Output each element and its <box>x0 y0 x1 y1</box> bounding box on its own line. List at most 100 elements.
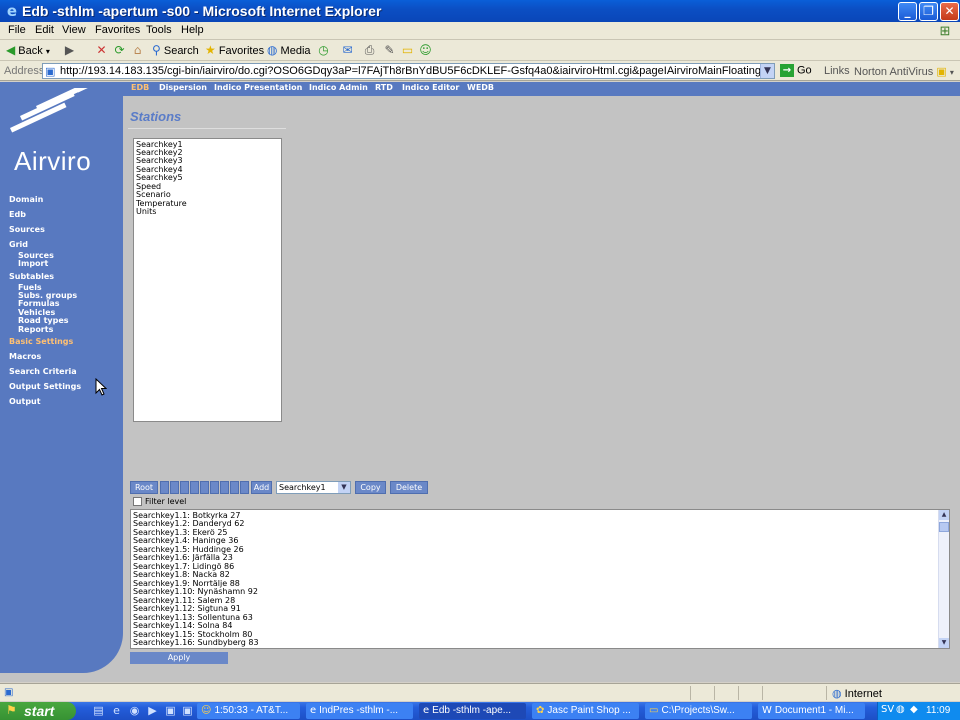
media-button[interactable]: ◍ Media <box>267 42 311 59</box>
taskbar-item[interactable]: W Document1 - Mi... <box>758 703 865 719</box>
sidebar-item-formulas[interactable]: Formulas <box>18 299 60 308</box>
app-quicklaunch-icon[interactable]: ▣ <box>164 704 177 717</box>
menu-favorites[interactable]: Favorites <box>95 24 140 36</box>
favorites-button[interactable]: ★ Favorites <box>205 42 264 59</box>
list-item[interactable]: Searchkey1.8: Nacka 82 <box>133 570 230 579</box>
menu-file[interactable]: File <box>8 24 26 36</box>
start-button[interactable]: ⚑ start <box>0 702 76 720</box>
scroll-down-icon[interactable]: ▼ <box>939 638 949 648</box>
sidebar-item-output[interactable]: Output <box>9 397 41 406</box>
show-desktop-icon[interactable]: ▤ <box>92 704 105 717</box>
mediaplayer-quicklaunch-icon[interactable]: ▶ <box>146 704 159 717</box>
taskbar-item[interactable]: e Edb -sthlm -ape... <box>419 703 526 719</box>
level-slot[interactable] <box>200 481 209 494</box>
minimize-button[interactable]: _ <box>898 2 917 21</box>
app-quicklaunch-icon[interactable]: ▣ <box>181 704 194 717</box>
list-item[interactable]: Searchkey1.12: Sigtuna 91 <box>133 604 241 613</box>
address-input[interactable]: ▣ http://193.14.183.135/cgi-bin/iairviro… <box>42 63 775 79</box>
ie-quicklaunch-icon[interactable]: e <box>110 704 123 717</box>
forward-button[interactable]: ▶ <box>62 43 77 58</box>
messenger-icon[interactable]: ☺ <box>418 43 433 58</box>
apply-button[interactable]: Apply <box>130 652 228 664</box>
tab-edb[interactable]: EDB <box>131 83 149 92</box>
network-icon[interactable]: ◍ <box>896 704 905 715</box>
close-button[interactable]: ✕ <box>940 2 959 21</box>
search-button[interactable]: ⚲ Search <box>152 42 199 59</box>
menu-view[interactable]: View <box>62 24 86 36</box>
level-slot[interactable] <box>180 481 189 494</box>
tab-wedb[interactable]: WEDB <box>467 83 494 92</box>
searchkey-select[interactable]: Searchkey1 ▼ <box>276 481 351 494</box>
sidebar-item-macros[interactable]: Macros <box>9 352 41 361</box>
scroll-thumb[interactable] <box>939 522 949 532</box>
taskbar-item[interactable]: e IndPres -sthlm -... <box>306 703 413 719</box>
refresh-button[interactable]: ⟳ <box>112 43 127 58</box>
back-button[interactable]: ◀ Back ▾ <box>6 42 50 59</box>
menu-edit[interactable]: Edit <box>35 24 54 36</box>
sidebar-item-grid[interactable]: Grid <box>9 240 28 249</box>
sidebar-item-output-settings[interactable]: Output Settings <box>9 382 81 391</box>
level-slot[interactable] <box>230 481 239 494</box>
level-slot[interactable] <box>190 481 199 494</box>
delete-button[interactable]: Delete <box>390 481 428 494</box>
results-scrollbar[interactable]: ▲ ▼ <box>938 510 949 648</box>
volume-icon[interactable]: ◆ <box>910 704 918 715</box>
outlook-quicklaunch-icon[interactable]: ◉ <box>128 704 141 717</box>
language-indicator[interactable]: SV <box>881 704 894 715</box>
list-item[interactable]: Searchkey1.10: Nynäshamn 92 <box>133 587 258 596</box>
taskbar-item[interactable]: ☺ 1:50:33 - AT&T... <box>197 703 300 719</box>
level-slot[interactable] <box>220 481 229 494</box>
sidebar-item-subtables[interactable]: Subtables <box>9 272 54 281</box>
print-icon[interactable]: ⎙ <box>362 43 377 58</box>
level-slot[interactable] <box>160 481 169 494</box>
address-dropdown-icon[interactable]: ▼ <box>760 64 774 78</box>
stations-listbox[interactable]: Searchkey1 Searchkey2 Searchkey3 Searchk… <box>133 138 282 422</box>
list-item[interactable]: Searchkey1.16: Sundbyberg 83 <box>133 638 259 647</box>
history-icon[interactable]: ◷ <box>316 43 331 58</box>
list-item[interactable]: Searchkey1.6: Järfälla 23 <box>133 553 233 562</box>
root-button[interactable]: Root <box>130 481 158 494</box>
sidebar-item-grid-import[interactable]: Import <box>18 259 48 268</box>
list-item[interactable]: Scenario <box>136 190 171 199</box>
add-button[interactable]: Add <box>251 481 272 494</box>
menu-help[interactable]: Help <box>181 24 204 36</box>
links-button[interactable]: Links <box>824 65 850 77</box>
taskbar-item[interactable]: ✿ Jasc Paint Shop ... <box>532 703 639 719</box>
tab-indico-presentation[interactable]: Indico Presentation <box>214 83 302 92</box>
go-button[interactable]: → Go <box>780 64 812 77</box>
chevron-down-icon[interactable]: ▼ <box>338 482 350 493</box>
filter-level-checkbox[interactable] <box>133 497 142 506</box>
level-slot[interactable] <box>210 481 219 494</box>
menu-tools[interactable]: Tools <box>146 24 172 36</box>
taskbar-item[interactable]: ▭ C:\Projects\Sw... <box>645 703 752 719</box>
list-item[interactable]: Searchkey1.2: Danderyd 62 <box>133 519 244 528</box>
norton-antivirus-button[interactable]: Norton AntiVirus ▣ ▾ <box>854 65 954 78</box>
copy-button[interactable]: Copy <box>355 481 386 494</box>
tab-indico-editor[interactable]: Indico Editor <box>402 83 459 92</box>
tab-dispersion[interactable]: Dispersion <box>159 83 207 92</box>
restore-button[interactable]: ❐ <box>919 2 938 21</box>
list-item[interactable]: Searchkey3 <box>136 156 183 165</box>
scroll-up-icon[interactable]: ▲ <box>939 510 949 520</box>
sidebar-item-basic-settings[interactable]: Basic Settings <box>9 337 73 346</box>
mail-icon[interactable]: ✉ <box>340 43 355 58</box>
list-item[interactable]: Units <box>136 207 156 216</box>
sidebar-item-edb[interactable]: Edb <box>9 210 26 219</box>
sidebar-item-reports[interactable]: Reports <box>18 325 53 334</box>
sidebar-item-domain[interactable]: Domain <box>9 195 43 204</box>
home-button[interactable]: ⌂ <box>130 43 145 58</box>
stop-button[interactable]: ✕ <box>94 43 109 58</box>
list-item[interactable]: Searchkey1.14: Solna 84 <box>133 621 232 630</box>
sidebar-item-search-criteria[interactable]: Search Criteria <box>9 367 77 376</box>
sidebar-item-road-types[interactable]: Road types <box>18 316 69 325</box>
list-item[interactable]: Searchkey5 <box>136 173 183 182</box>
sidebar-item-sources[interactable]: Sources <box>9 225 45 234</box>
tab-indico-admin[interactable]: Indico Admin <box>309 83 368 92</box>
list-item[interactable]: Searchkey1.4: Haninge 36 <box>133 536 238 545</box>
level-slot[interactable] <box>240 481 249 494</box>
discuss-icon[interactable]: ▭ <box>400 43 415 58</box>
searchkey-values-listbox[interactable]: Searchkey1.1: Botkyrka 27 Searchkey1.2: … <box>130 509 950 649</box>
level-slot[interactable] <box>170 481 179 494</box>
tab-rtd[interactable]: RTD <box>375 83 393 92</box>
edit-icon[interactable]: ✎ <box>382 43 397 58</box>
